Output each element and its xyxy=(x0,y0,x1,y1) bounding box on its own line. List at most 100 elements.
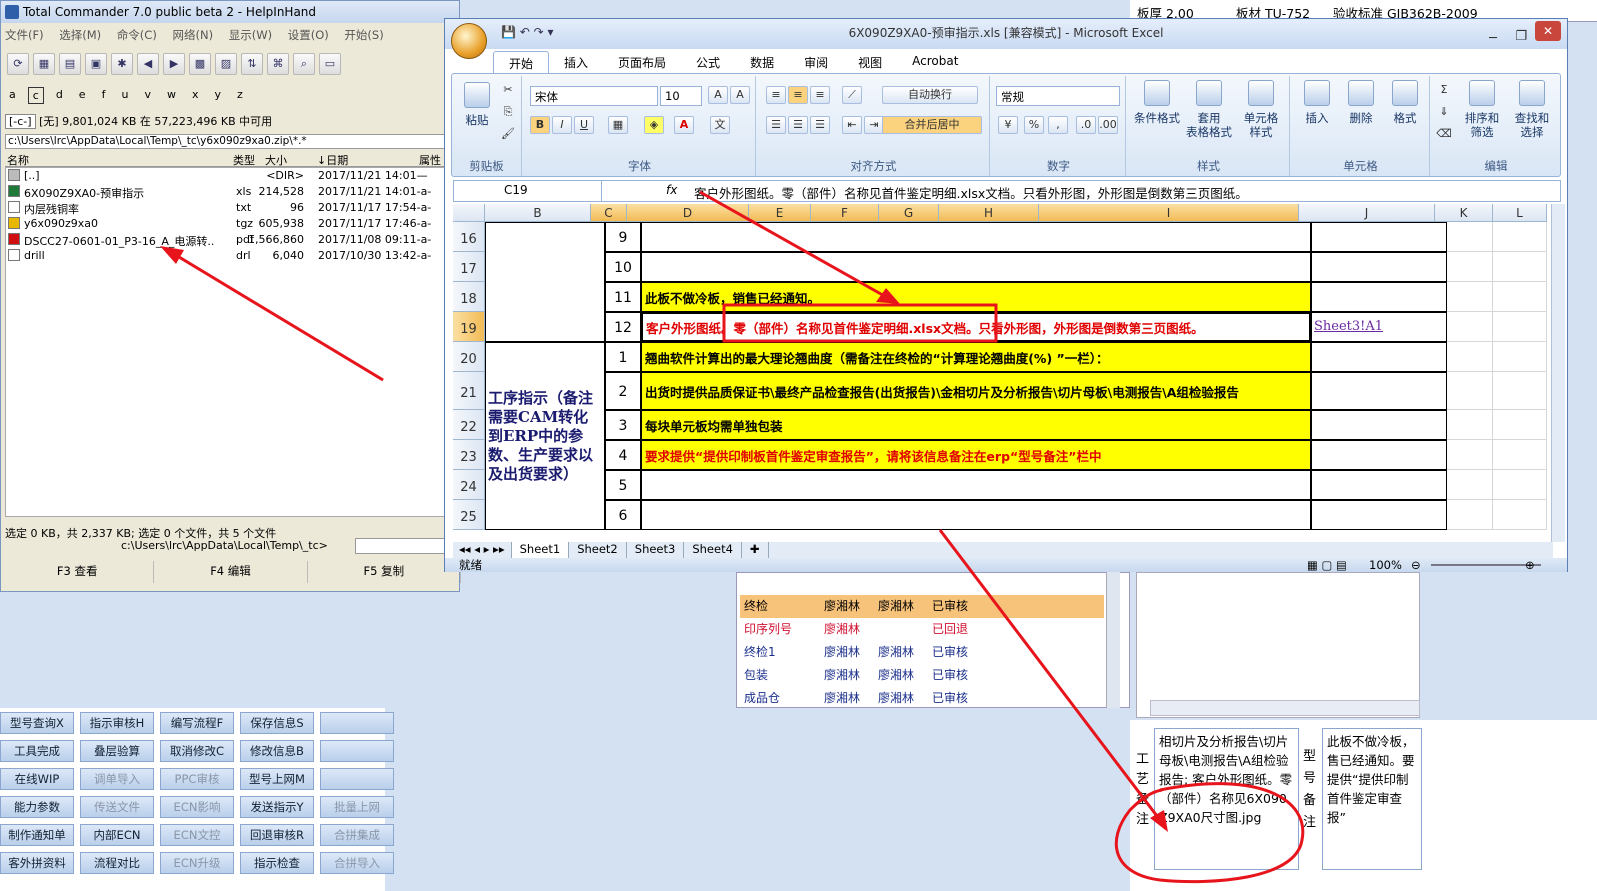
merged-empty-cell[interactable] xyxy=(485,222,605,342)
action-button[interactable]: 指示审核H xyxy=(80,712,154,734)
action-button[interactable]: 传送文件 xyxy=(80,796,154,818)
row-header[interactable]: 22 xyxy=(453,410,485,440)
drive-c[interactable]: c xyxy=(27,87,44,104)
quick-access-icons[interactable]: 💾 ↶ ↷ ▾ xyxy=(501,25,554,39)
instruction-cell[interactable]: 出货时提供品质保证书\最终产品检查报告(出货报告)\金相切片及分析报告\切片母板… xyxy=(641,372,1311,410)
col-header-K[interactable]: K xyxy=(1435,204,1493,222)
action-button[interactable]: 指示检查 xyxy=(240,852,314,874)
seq-cell[interactable]: 12 xyxy=(605,312,641,342)
drive-x[interactable]: x xyxy=(188,87,203,104)
brief-view-icon[interactable]: ▦ xyxy=(33,53,55,75)
decrease-indent-icon[interactable]: ⇤ xyxy=(842,116,862,134)
drive-y[interactable]: y xyxy=(210,87,225,104)
tc-menu-view[interactable]: 显示(W) xyxy=(229,28,272,42)
instruction-cell[interactable] xyxy=(641,222,1311,252)
underline-icon[interactable]: U xyxy=(574,116,594,134)
format-painter-icon[interactable]: 🖌 xyxy=(498,126,518,144)
tab-formulas[interactable]: 公式 xyxy=(681,51,735,75)
row-header[interactable]: 21 xyxy=(453,372,485,410)
drive-u[interactable]: u xyxy=(117,87,132,104)
drive-v[interactable]: v xyxy=(140,87,155,104)
view-buttons-icon[interactable]: ▦ ▢ ▤ xyxy=(1307,558,1347,572)
action-button[interactable]: 型号查询X xyxy=(0,712,74,734)
col-header-D[interactable]: D xyxy=(627,204,749,222)
tab-view[interactable]: 视图 xyxy=(843,51,897,75)
action-button[interactable]: 保存信息S xyxy=(240,712,314,734)
tc-menu-file[interactable]: 文件(F) xyxy=(5,28,44,42)
percent-icon[interactable]: % xyxy=(1024,116,1044,134)
action-button[interactable]: 回退审核R xyxy=(240,824,314,846)
row-header[interactable]: 20 xyxy=(453,342,485,372)
tc-menu-start[interactable]: 开始(S) xyxy=(344,28,383,42)
font-color-icon[interactable]: A xyxy=(674,116,694,134)
paste-button[interactable]: 粘贴 xyxy=(460,82,494,127)
align-top-icon[interactable]: ≡ xyxy=(766,86,786,104)
fill-color-icon[interactable]: ◈ xyxy=(644,116,664,134)
row-header[interactable]: 18 xyxy=(453,282,485,312)
action-button[interactable]: 工具完成 xyxy=(0,740,74,762)
action-button[interactable]: 制作通知单 xyxy=(0,824,74,846)
clear-icon[interactable]: ⌫ xyxy=(1434,126,1454,144)
file-row[interactable]: drill drl 6,040 2017/10/30 13:42-a- xyxy=(6,248,456,264)
instruction-cell[interactable]: 翘曲软件计算出的最大理论翘曲度（需备注在终检的“计算理论翘曲度(%) ”一栏）： xyxy=(641,342,1311,372)
row-header[interactable]: 19 xyxy=(453,312,485,342)
row-header[interactable]: 24 xyxy=(453,470,485,500)
seq-cell[interactable]: 2 xyxy=(605,372,641,410)
tc-menu-select[interactable]: 选择(M) xyxy=(59,28,101,42)
drive-z[interactable]: z xyxy=(233,87,247,104)
drive-selector[interactable]: [-c-] xyxy=(5,114,36,129)
row-header[interactable]: 23 xyxy=(453,440,485,470)
seq-cell[interactable]: 10 xyxy=(605,252,641,282)
seq-cell[interactable]: 1 xyxy=(605,342,641,372)
f5-copy-button[interactable]: F5 复制 xyxy=(308,561,461,583)
hyperlink-cell[interactable]: Sheet3!A1 xyxy=(1311,312,1447,342)
model-remark-box[interactable]: 此板不做冷板，售已经通知。要提供“提供印制首件鉴定审查报” xyxy=(1322,728,1422,870)
col-header-C[interactable]: C xyxy=(591,204,627,222)
tc-menu-command[interactable]: 命令(C) xyxy=(117,28,157,42)
seq-cell[interactable]: 4 xyxy=(605,440,641,470)
action-button[interactable]: PPC审核 xyxy=(160,768,234,790)
process-row[interactable]: 成品仓 廖湘林 廖湘林 已审核 xyxy=(740,687,1104,710)
merge-center-button[interactable]: 合并后居中 xyxy=(882,116,982,134)
zoom-in-icon[interactable]: ⊕ xyxy=(1525,558,1535,572)
col-type[interactable]: 类型 xyxy=(233,152,255,168)
col-name[interactable]: 名称 xyxy=(7,152,29,168)
currency-icon[interactable]: ¥ xyxy=(998,116,1018,134)
close-icon[interactable]: ✕ xyxy=(1535,21,1561,41)
empty-cell[interactable] xyxy=(1447,440,1493,470)
instruction-cell[interactable] xyxy=(641,252,1311,282)
empty-cell[interactable] xyxy=(1447,372,1493,410)
tab-data[interactable]: 数据 xyxy=(735,51,789,75)
process-remark-box[interactable]: 相切片及分析报告\切片母板\电测报告\A组检验报告; 客户外形图纸。零（部件）名… xyxy=(1154,728,1299,870)
wrap-text-button[interactable]: 自动换行 xyxy=(882,86,978,104)
j-cell[interactable] xyxy=(1311,282,1447,312)
col-attr[interactable]: 属性 xyxy=(419,152,441,168)
tab-review[interactable]: 审阅 xyxy=(789,51,843,75)
action-button[interactable]: 修改信息B xyxy=(240,740,314,762)
action-button[interactable]: 取消修改C xyxy=(160,740,234,762)
col-date[interactable]: ↓日期 xyxy=(317,152,348,168)
drive-w[interactable]: w xyxy=(163,87,180,104)
empty-cell[interactable] xyxy=(1493,470,1547,500)
new-sheet-icon[interactable]: ✚ xyxy=(742,542,769,558)
action-button[interactable] xyxy=(320,740,394,762)
cut-icon[interactable]: ✂ xyxy=(498,82,518,100)
empty-cell[interactable] xyxy=(1493,500,1547,530)
search-icon[interactable]: ⌕ xyxy=(293,53,315,75)
find-select-button[interactable]: 查找和 选择 xyxy=(1508,80,1556,139)
file-row[interactable]: y6x090z9xa0 tgz 605,938 2017/11/17 17:46-a- xyxy=(6,216,456,232)
conditional-format-button[interactable]: 条件格式 xyxy=(1132,80,1182,125)
row-header[interactable]: 17 xyxy=(453,252,485,282)
seq-cell[interactable]: 9 xyxy=(605,222,641,252)
fill-icon[interactable]: ⇓ xyxy=(1434,104,1454,122)
empty-cell[interactable] xyxy=(1493,222,1547,252)
col-header-L[interactable]: L xyxy=(1493,204,1547,222)
j-cell[interactable] xyxy=(1311,410,1447,440)
drive-e[interactable]: e xyxy=(75,87,90,104)
action-button[interactable]: 调单导入 xyxy=(80,768,154,790)
file-row[interactable]: DSCC27-0601-01_P3-16_A_电源转.. pdf 1,566,860… xyxy=(6,232,456,248)
empty-cell[interactable] xyxy=(1447,342,1493,372)
tab-page-layout[interactable]: 页面布局 xyxy=(603,51,681,75)
name-box[interactable]: C19 xyxy=(454,181,602,201)
seq-cell[interactable]: 3 xyxy=(605,410,641,440)
